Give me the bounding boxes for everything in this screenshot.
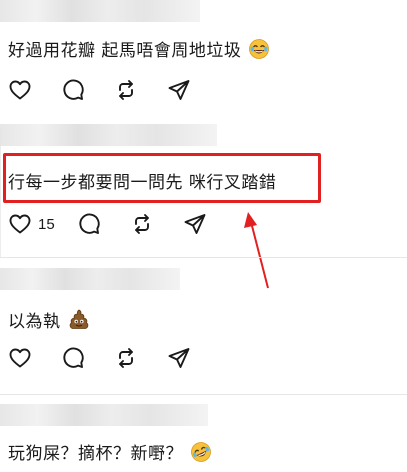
rolling-laughing-emoji-icon bbox=[191, 442, 211, 467]
comment-button[interactable] bbox=[61, 346, 85, 370]
post-text: 以為執 bbox=[8, 307, 90, 335]
share-icon bbox=[168, 80, 190, 100]
like-button[interactable]: 15 bbox=[8, 212, 55, 236]
annotation-highlight-box bbox=[3, 153, 321, 203]
repost-icon bbox=[119, 348, 133, 368]
repost-icon bbox=[119, 80, 133, 100]
annotation-arrow-icon bbox=[244, 212, 269, 289]
share-icon bbox=[184, 214, 206, 234]
share-button[interactable] bbox=[167, 346, 191, 370]
heart-icon bbox=[9, 214, 31, 234]
repost-button[interactable] bbox=[114, 346, 138, 370]
share-button[interactable] bbox=[167, 78, 191, 102]
blurred-username bbox=[0, 124, 217, 146]
post-body: 以為執 bbox=[8, 312, 61, 332]
like-count: 15 bbox=[38, 215, 55, 233]
post-actions: 15 bbox=[8, 212, 236, 236]
blurred-username bbox=[0, 404, 208, 426]
repost-button[interactable] bbox=[114, 78, 138, 102]
poop-emoji-icon bbox=[68, 308, 90, 335]
repost-button[interactable] bbox=[130, 212, 154, 236]
heart-icon bbox=[9, 348, 31, 368]
post-text: 玩狗屎？摘杯？新嘢？ bbox=[8, 439, 211, 467]
comment-button[interactable] bbox=[61, 78, 85, 102]
post-text: 好過用花瓣 起馬唔會周地垃圾 bbox=[8, 36, 270, 64]
post-body: 好過用花瓣 起馬唔會周地垃圾 bbox=[8, 41, 242, 61]
blurred-username bbox=[0, 268, 180, 290]
comment-icon bbox=[63, 79, 84, 100]
comment-icon bbox=[63, 347, 84, 368]
heart-icon bbox=[9, 80, 31, 100]
like-button[interactable] bbox=[8, 346, 32, 370]
like-button[interactable] bbox=[8, 78, 32, 102]
comment-icon bbox=[79, 213, 100, 234]
comment-feed: 好過用花瓣 起馬唔會周地垃圾 行每一步都要問一問先 咪行叉踏錯 15 以為執 玩… bbox=[0, 0, 407, 472]
repost-icon bbox=[134, 214, 149, 234]
comment-button[interactable] bbox=[77, 212, 101, 236]
blurred-username bbox=[0, 0, 200, 22]
post-actions bbox=[8, 346, 220, 370]
share-button[interactable] bbox=[183, 212, 207, 236]
post-body: 玩狗屎？摘杯？新嘢？ bbox=[8, 444, 183, 464]
post-actions bbox=[8, 78, 220, 102]
share-icon bbox=[168, 348, 190, 368]
laughing-tears-emoji-icon bbox=[249, 39, 270, 64]
